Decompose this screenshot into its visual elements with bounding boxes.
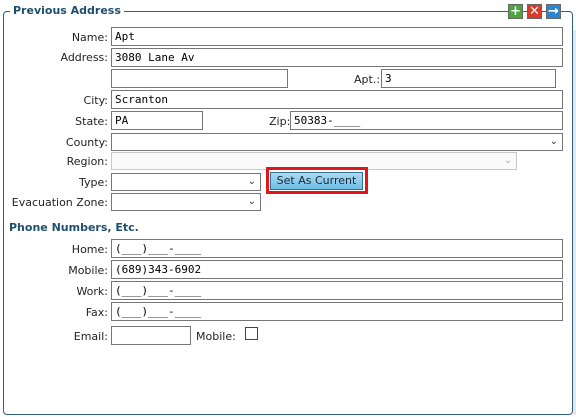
county-select[interactable]: ⌄ bbox=[111, 133, 563, 151]
fax-input[interactable]: (___)___-____ bbox=[111, 302, 563, 321]
state-label: State: bbox=[75, 115, 108, 128]
county-label: County: bbox=[65, 136, 108, 149]
mobile-phone-input[interactable]: (689)343-6902 bbox=[111, 260, 563, 279]
chevron-down-icon: ⌄ bbox=[503, 155, 512, 166]
name-input[interactable]: Apt bbox=[111, 27, 563, 46]
email-mobile-checkbox[interactable] bbox=[245, 327, 258, 340]
section-title: Previous Address bbox=[10, 4, 124, 18]
region-label: Region: bbox=[66, 155, 108, 168]
address-line2-input[interactable] bbox=[111, 69, 288, 88]
chevron-down-icon: ⌄ bbox=[247, 176, 256, 187]
zip-input[interactable]: 50383-____ bbox=[290, 111, 563, 130]
work-label: Work: bbox=[76, 285, 108, 298]
email-mobile-label: Mobile: bbox=[196, 330, 236, 343]
zip-label: Zip: bbox=[269, 115, 291, 128]
mobile-label: Mobile: bbox=[68, 264, 108, 277]
apt-input[interactable]: 3 bbox=[381, 69, 556, 88]
state-input[interactable]: PA bbox=[111, 111, 203, 130]
city-input[interactable]: Scranton bbox=[111, 90, 563, 109]
evacuation-zone-label: Evacuation Zone: bbox=[11, 196, 108, 209]
set-as-current-button[interactable]: Set As Current bbox=[270, 172, 363, 190]
email-label: Email: bbox=[73, 330, 108, 343]
address-input[interactable]: 3080 Lane Av bbox=[111, 48, 563, 67]
type-select[interactable]: ⌄ bbox=[111, 173, 261, 191]
address-label: Address: bbox=[60, 51, 108, 64]
email-input[interactable] bbox=[111, 326, 191, 345]
work-phone-input[interactable]: (___)___-____ bbox=[111, 281, 563, 300]
home-label: Home: bbox=[71, 243, 108, 256]
delete-icon[interactable]: ✕ bbox=[527, 4, 542, 19]
next-arrow-icon[interactable]: → bbox=[546, 4, 561, 19]
type-label: Type: bbox=[79, 176, 108, 189]
chevron-down-icon: ⌄ bbox=[549, 136, 558, 147]
apt-label: Apt.: bbox=[354, 73, 381, 86]
fax-label: Fax: bbox=[85, 306, 108, 319]
evacuation-zone-select[interactable]: ⌄ bbox=[111, 193, 261, 211]
phone-section-heading: Phone Numbers, Etc. bbox=[9, 221, 139, 234]
chevron-down-icon: ⌄ bbox=[247, 196, 256, 207]
city-label: City: bbox=[83, 94, 108, 107]
add-icon[interactable]: + bbox=[508, 4, 523, 19]
name-label: Name: bbox=[71, 31, 108, 44]
home-phone-input[interactable]: (___)___-____ bbox=[111, 239, 563, 258]
